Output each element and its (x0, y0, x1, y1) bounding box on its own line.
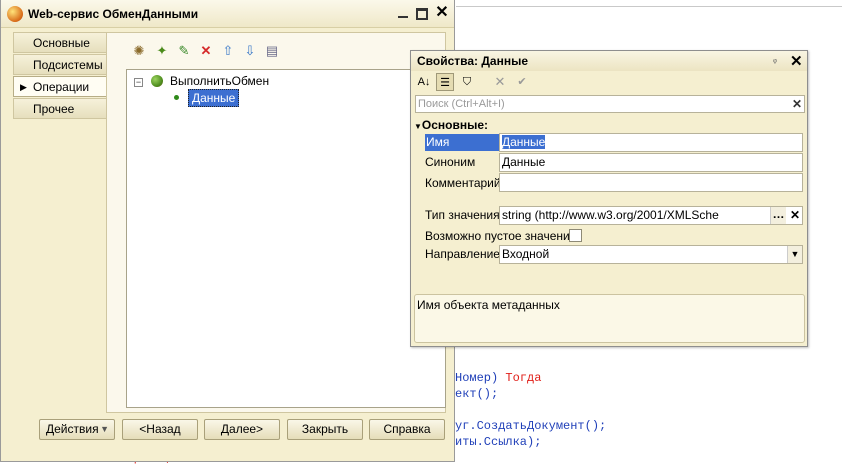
collapse-icon[interactable]: − (134, 78, 143, 87)
move-down-icon[interactable]: ⇩ (242, 43, 258, 59)
properties-toolbar: A↓ ☰ ⛉ ✕ ✔ (415, 72, 805, 92)
code-keyword: Тогда (505, 371, 542, 385)
name-label: Имя (425, 134, 499, 151)
tree-item-parameter[interactable]: Данные (188, 89, 240, 107)
next-button[interactable]: Далее> (204, 419, 280, 440)
maximize-button[interactable] (416, 8, 428, 20)
tab-label: Прочее (33, 102, 75, 116)
code-text: Номер) (455, 371, 499, 385)
select-type-button[interactable]: … (770, 207, 786, 224)
tab-label: Основные (33, 36, 90, 50)
move-up-icon[interactable]: ⇧ (220, 43, 236, 59)
collapse-triangle-icon: ▼ (414, 122, 422, 131)
minimize-button[interactable] (396, 6, 410, 20)
window-titlebar[interactable]: Web-сервис ОбменДанными ✕ (1, 0, 454, 28)
synonym-label: Синоним (425, 155, 476, 169)
properties-titlebar[interactable]: Свойства: Данные ᵩ ✕ (411, 51, 807, 71)
tab-subsystems[interactable]: Подсистемы (13, 54, 107, 75)
actions-button[interactable]: Действия ▼ (39, 419, 115, 440)
code-line-1: Номер) Тогда (455, 371, 541, 385)
code-line-3: уг.СоздатьДокумент(); (455, 419, 607, 433)
add-operation-icon[interactable]: ✺ (131, 43, 147, 59)
description-text: Имя объекта метаданных (417, 298, 560, 312)
back-button[interactable]: <Назад (122, 419, 198, 440)
direction-select[interactable]: Входной ▼ (499, 245, 803, 264)
search-input[interactable]: Поиск (Ctrl+Alt+I) ✕ (415, 95, 805, 113)
web-service-window: Web-сервис ОбменДанными ✕ Основные Подси… (0, 0, 455, 462)
clear-type-icon[interactable]: ✕ (790, 207, 800, 224)
clear-search-icon[interactable]: ✕ (792, 96, 802, 112)
code-line-2: ект(); (455, 387, 499, 401)
window-title: Web-сервис ОбменДанными (28, 7, 199, 21)
properties-window: Свойства: Данные ᵩ ✕ A↓ ☰ ⛉ ✕ ✔ Поиск (C… (410, 50, 808, 347)
tab-label: Подсистемы (33, 58, 103, 72)
group-label: Основные: (421, 118, 489, 132)
name-field[interactable]: Данные (499, 133, 803, 152)
code-line-4: иты.Ссылка); (455, 435, 542, 449)
pin-icon[interactable]: ᵩ (773, 54, 777, 64)
list-icon[interactable]: ▤ (264, 43, 280, 59)
cancel-icon[interactable]: ✕ (491, 73, 509, 91)
tree-item-operation[interactable]: ВыполнитьОбмен (170, 74, 269, 88)
close-button[interactable]: Закрыть (287, 419, 363, 440)
name-value: Данные (502, 135, 546, 149)
type-field[interactable]: string (http://www.w3.org/2001/XMLSche …… (499, 206, 803, 225)
close-icon[interactable]: ✕ (790, 52, 803, 70)
add-parameter-icon[interactable]: ✦ (154, 43, 170, 59)
edit-icon[interactable]: ✎ (176, 43, 192, 59)
parameter-icon (174, 95, 179, 100)
synonym-field[interactable]: Данные (499, 153, 803, 172)
bottom-button-bar: Действия ▼ <Назад Далее> Закрыть Справка (1, 419, 454, 444)
delete-icon[interactable]: ✕ (198, 43, 214, 59)
comment-label: Комментарий (425, 176, 501, 190)
tab-main[interactable]: Основные (13, 32, 107, 53)
nullable-checkbox[interactable] (569, 229, 582, 242)
editor-border (456, 6, 842, 7)
comment-field[interactable] (499, 173, 803, 192)
sort-alpha-icon[interactable]: A↓ (415, 73, 433, 91)
check-icon[interactable]: ✔ (513, 73, 531, 91)
type-label: Тип значения (425, 208, 500, 222)
properties-title: Свойства: Данные (417, 54, 529, 68)
section-tabs: Основные Подсистемы ▶ Операции Прочее (13, 32, 107, 120)
help-button[interactable]: Справка (369, 419, 445, 440)
tab-label: Операции (33, 80, 90, 94)
chevron-down-icon[interactable]: ▼ (787, 246, 802, 263)
chevron-down-icon: ▼ (100, 424, 109, 434)
type-value: string (http://www.w3.org/2001/XMLSche (502, 208, 719, 222)
description-panel: Имя объекта метаданных (414, 294, 805, 343)
operations-tree[interactable]: − ВыполнитьОбмен Данные (126, 69, 446, 408)
search-placeholder: Поиск (Ctrl+Alt+I) (418, 98, 505, 110)
group-header[interactable]: ▼Основные: (414, 118, 488, 132)
app-icon (7, 6, 23, 22)
tab-other[interactable]: Прочее (13, 98, 107, 119)
close-window-button[interactable]: ✕ (435, 5, 449, 21)
triangle-right-icon: ▶ (20, 82, 27, 92)
categories-icon[interactable]: ☰ (436, 73, 454, 91)
tab-operations[interactable]: ▶ Операции (13, 76, 107, 97)
operations-panel: ✺ ✦ ✎ ✕ ⇧ ⇩ ▤ − ВыполнитьОбмен Данные (106, 32, 446, 413)
actions-label: Действия (46, 422, 99, 436)
operation-icon (151, 75, 163, 87)
direction-value: Входной (502, 247, 550, 261)
filter-icon[interactable]: ⛉ (458, 73, 476, 91)
nullable-label: Возможно пустое значение (425, 229, 577, 243)
